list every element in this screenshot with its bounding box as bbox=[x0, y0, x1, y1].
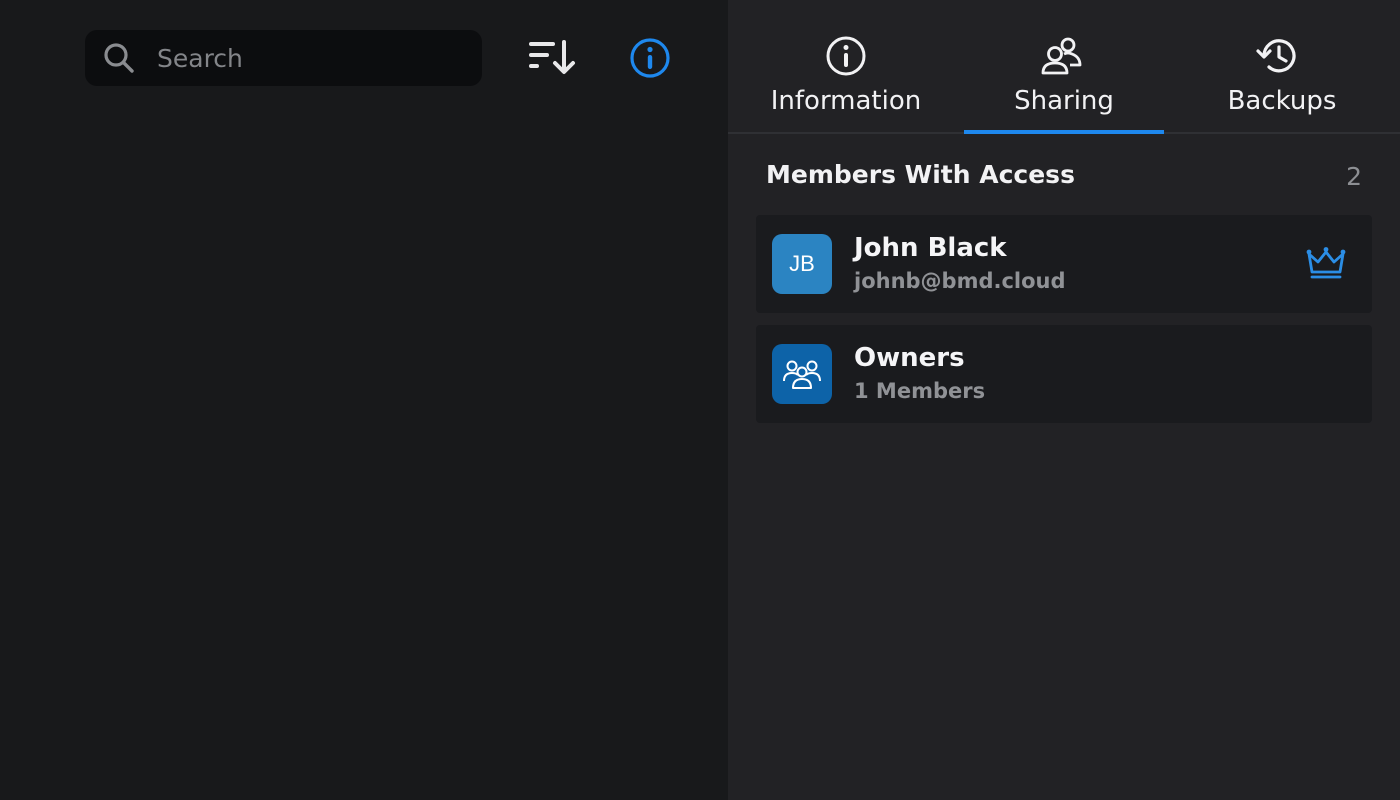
tab-information-label: Information bbox=[770, 86, 922, 116]
users-icon bbox=[1041, 37, 1082, 75]
info-icon[interactable] bbox=[628, 36, 672, 80]
search-input[interactable] bbox=[157, 40, 457, 76]
member-item-john-black[interactable]: JB John Black johnb@bmd.cloud bbox=[756, 215, 1372, 313]
member-name: Owners bbox=[854, 343, 965, 373]
members-section-title: Members With Access bbox=[766, 160, 1075, 189]
tab-backups[interactable]: Backups bbox=[1218, 0, 1346, 132]
group-icon bbox=[783, 360, 821, 389]
sort-descending-icon[interactable] bbox=[526, 38, 576, 78]
search-icon bbox=[104, 43, 134, 73]
member-count: 1 Members bbox=[854, 379, 986, 403]
avatar: JB bbox=[772, 234, 832, 294]
search-box[interactable] bbox=[85, 30, 482, 86]
member-item-owners[interactable]: Owners 1 Members bbox=[756, 325, 1372, 423]
tab-information[interactable]: Information bbox=[764, 0, 928, 132]
tab-sharing[interactable]: Sharing bbox=[964, 0, 1164, 134]
member-email: johnb@bmd.cloud bbox=[854, 269, 1066, 293]
tab-sharing-label: Sharing bbox=[1014, 86, 1114, 116]
group-avatar bbox=[772, 344, 832, 404]
file-list-pane bbox=[0, 0, 728, 800]
details-pane: Information Sharing Backups Members With… bbox=[728, 0, 1400, 800]
history-icon bbox=[1256, 39, 1296, 73]
tab-backups-label: Backups bbox=[1227, 86, 1337, 116]
info-circle-icon bbox=[826, 36, 866, 76]
members-count: 2 bbox=[1346, 162, 1362, 191]
tab-bar: Information Sharing Backups bbox=[728, 0, 1400, 134]
crown-icon bbox=[1306, 247, 1346, 279]
member-name: John Black bbox=[854, 233, 1007, 263]
active-tab-indicator bbox=[964, 130, 1164, 134]
